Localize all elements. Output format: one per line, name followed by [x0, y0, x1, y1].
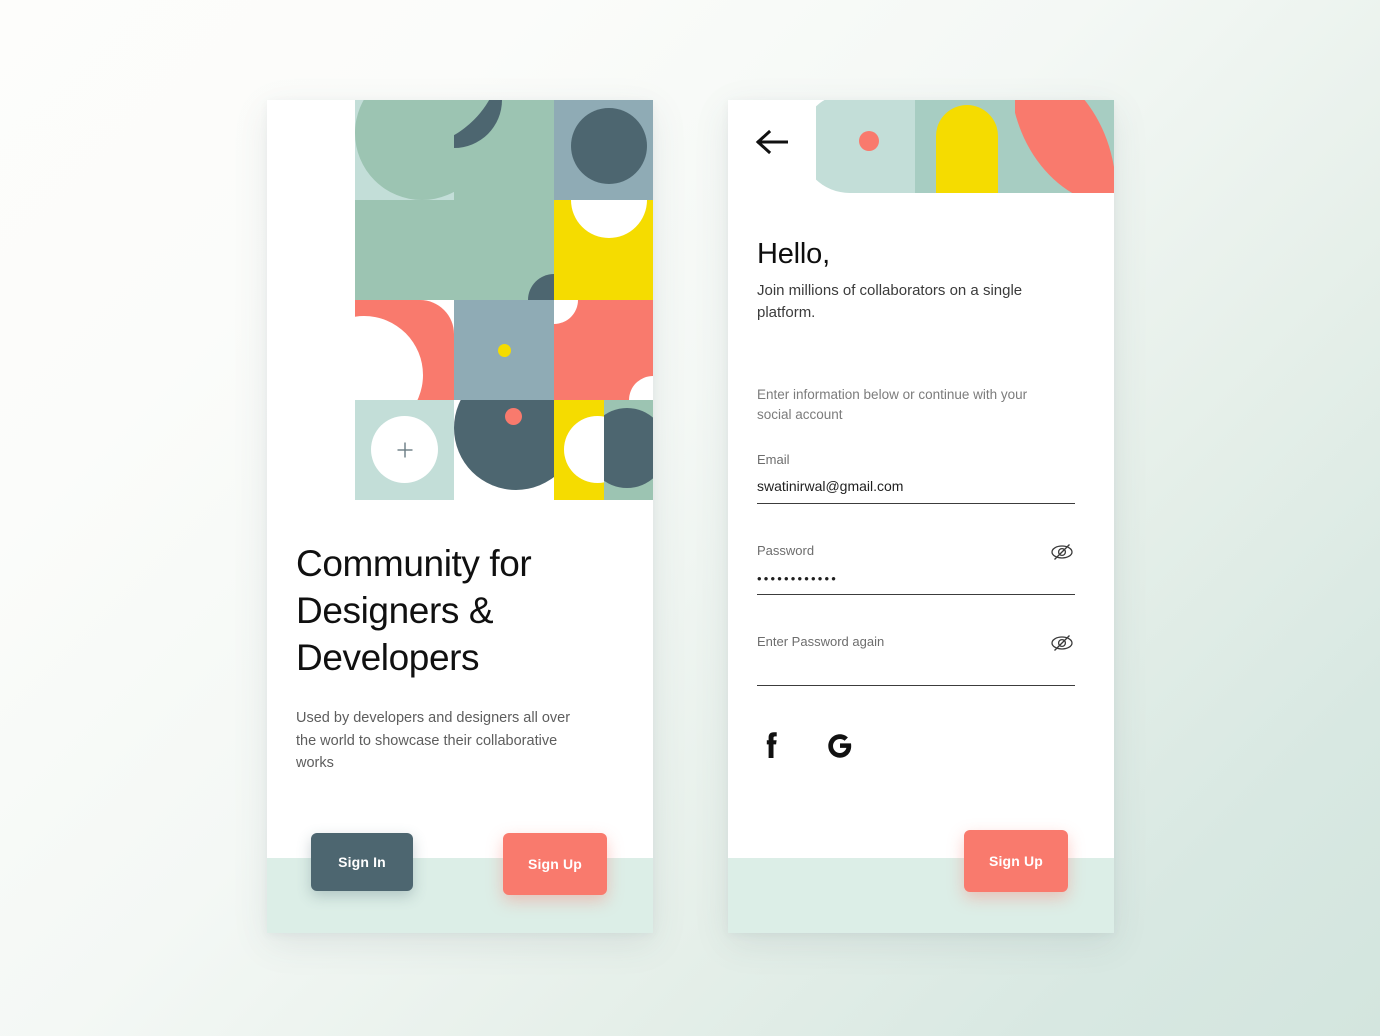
eye-off-icon[interactable] — [1049, 539, 1075, 565]
confirm-password-field[interactable]: Enter Password again — [757, 634, 1075, 686]
sign-up-card: Hello, Join millions of collaborators on… — [728, 100, 1114, 933]
art-cell-r3c1 — [355, 300, 454, 400]
page-canvas: Community for Designers & Developers Use… — [0, 0, 1380, 1036]
art-shape-dot — [498, 344, 511, 357]
art-shape-circle — [571, 200, 647, 238]
art-cell-r4c2 — [454, 400, 554, 500]
art-shape-circle — [528, 274, 554, 300]
page-subtitle: Used by developers and designers all ove… — [296, 710, 571, 771]
art-shape-circle — [554, 300, 578, 324]
eye-off-icon[interactable] — [1049, 630, 1075, 656]
email-input[interactable]: swatinirwal@gmail.com — [757, 478, 1075, 495]
art-shape-circle — [355, 100, 454, 200]
form-hint: Enter information below or continue with… — [757, 387, 1028, 422]
confirm-password-underline — [757, 685, 1075, 686]
email-underline — [757, 503, 1075, 504]
plus-icon[interactable] — [396, 441, 414, 459]
email-field[interactable]: Email swatinirwal@gmail.com — [757, 452, 1075, 504]
art-shape-circle — [454, 400, 554, 490]
page-title: Community for Designers & Developers — [296, 543, 532, 678]
social-login-group — [757, 728, 855, 762]
art-shape-arch — [936, 105, 998, 193]
sign-up-button[interactable]: Sign Up — [964, 830, 1068, 892]
art-shape-leaf — [1015, 100, 1114, 193]
art-cell-r1c2 — [454, 100, 554, 200]
greeting-subtitle: Join millions of collaborators on a sing… — [757, 282, 1023, 321]
sign-in-button[interactable]: Sign In — [311, 833, 413, 891]
arrow-left-icon[interactable] — [750, 126, 796, 158]
geometric-pattern — [355, 100, 653, 500]
onboarding-card: Community for Designers & Developers Use… — [267, 100, 653, 933]
password-input[interactable]: •••••••••••• — [757, 571, 1075, 586]
art-shape-dot — [505, 408, 522, 425]
art-cell-r1c1 — [355, 100, 454, 200]
confirm-password-label: Enter Password again — [757, 634, 885, 649]
password-underline — [757, 594, 1075, 595]
facebook-icon[interactable] — [757, 728, 789, 762]
art-cell-r4c3b — [604, 400, 653, 500]
art-cell-r4c3a — [554, 400, 604, 500]
art-cell-r4c1 — [355, 400, 454, 500]
art-shape-circle — [604, 408, 653, 488]
art-cell-r3c2 — [454, 300, 554, 400]
art-shape-circle — [629, 376, 653, 400]
password-label: Password — [757, 543, 815, 558]
password-field[interactable]: Password •••••••••••• — [757, 543, 1075, 595]
art-cell-r1c3 — [554, 100, 653, 200]
greeting-title: Hello, — [757, 238, 830, 270]
art-cell-c1 — [816, 100, 915, 193]
art-shape-circle — [355, 200, 454, 282]
header-pattern — [816, 100, 1114, 193]
art-cell-r2c2 — [454, 200, 554, 300]
art-cell-r2c3 — [554, 200, 653, 300]
confirm-password-input[interactable] — [757, 662, 1075, 677]
art-cell-c3 — [1015, 100, 1114, 193]
email-label: Email — [757, 452, 790, 467]
art-cell-r3c3 — [554, 300, 653, 400]
art-cell-c2 — [915, 100, 1015, 193]
art-shape-circle — [564, 416, 604, 483]
art-cell-r2c1 — [355, 200, 454, 300]
google-icon[interactable] — [823, 728, 855, 762]
art-shape-dot — [859, 131, 879, 151]
art-shape-circle — [571, 108, 647, 184]
sign-up-button[interactable]: Sign Up — [503, 833, 607, 895]
